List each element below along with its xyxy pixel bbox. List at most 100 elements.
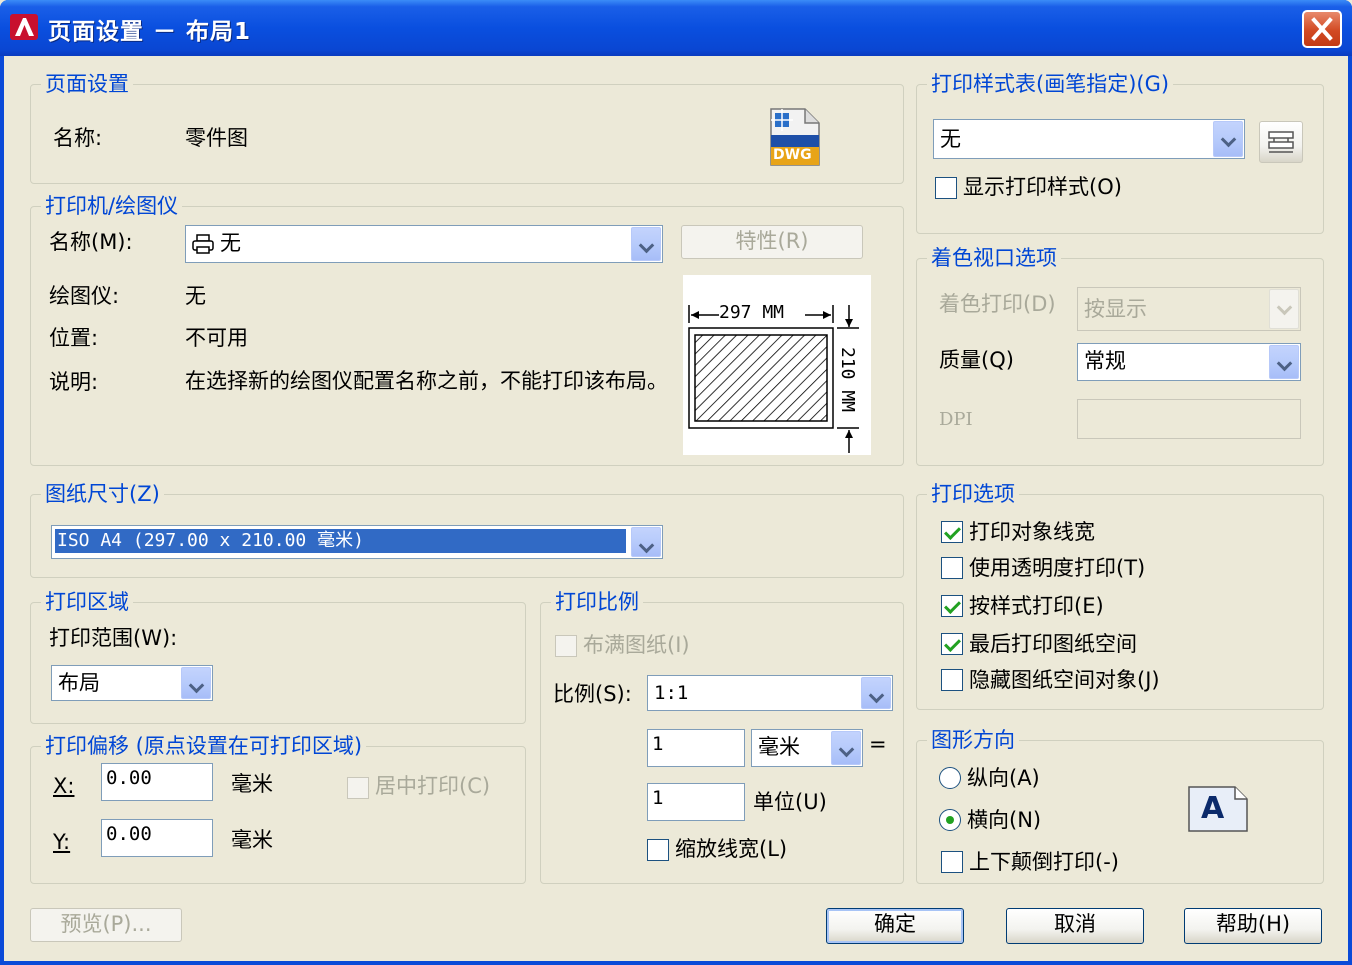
- plot-options-group-title: 打印选项: [927, 481, 1019, 507]
- quality-combo[interactable]: 常规: [1077, 343, 1301, 381]
- chevron-down-icon[interactable]: [1269, 289, 1299, 329]
- autocad-logo-icon: [10, 14, 38, 40]
- hide-paperspace-objects-label: 隐藏图纸空间对象(J): [969, 668, 1160, 692]
- plotter-label: 绘图仪:: [49, 284, 120, 308]
- location-label: 位置:: [49, 326, 99, 350]
- printer-group-title: 打印机/绘图仪: [41, 193, 183, 219]
- chevron-down-icon[interactable]: [631, 527, 661, 557]
- plot-paperspace-last-label: 最后打印图纸空间: [969, 632, 1137, 656]
- offset-x-label: X:: [53, 774, 75, 798]
- scale-unit-value: 毫米: [758, 735, 800, 759]
- dpi-label: DPI: [939, 409, 973, 430]
- scale-units-label: 单位(U): [753, 790, 827, 814]
- show-plot-styles-label: 显示打印样式(O): [963, 175, 1122, 199]
- printer-group: 打印机/绘图仪 名称(M): 无 特性(R) 绘图仪: 无 位置: 不可用 说明…: [30, 193, 904, 466]
- plot-lineweights-checkbox[interactable]: [941, 521, 963, 543]
- plot-range-value: 布局: [58, 671, 100, 695]
- orientation-preview-icon: A: [1187, 785, 1249, 833]
- help-button[interactable]: 帮助(H): [1184, 908, 1322, 944]
- chevron-down-icon[interactable]: [831, 731, 861, 765]
- plot-range-combo[interactable]: 布局: [51, 665, 213, 701]
- quality-value: 常规: [1084, 349, 1126, 373]
- plot-transparency-checkbox[interactable]: [941, 557, 963, 579]
- portrait-radio[interactable]: [939, 767, 961, 789]
- printer-name-label: 名称(M):: [49, 230, 133, 254]
- offset-y-unit: 毫米: [231, 828, 273, 852]
- center-plot-label: 居中打印(C): [375, 774, 491, 798]
- shaded-viewport-group-title: 着色视口选项: [927, 245, 1061, 271]
- scale-units-input[interactable]: 1: [647, 783, 745, 821]
- plot-transparency-label: 使用透明度打印(T): [969, 556, 1146, 580]
- scale-unit-combo[interactable]: 毫米: [751, 729, 863, 767]
- plot-area-group: 打印区域 打印范围(W): 布局: [30, 589, 526, 724]
- paper-size-combo[interactable]: ISO A4 (297.00 x 210.00 毫米): [51, 525, 663, 559]
- page-setup-group: 页面设置 名称: 零件图 DWG: [30, 71, 904, 184]
- portrait-label: 纵向(A): [967, 766, 1040, 790]
- page-setup-dialog: 页面设置 － 布局1 页面设置 名称: 零件图 DWG 打印机/绘图仪 名称(M…: [0, 0, 1352, 965]
- close-button[interactable]: [1302, 10, 1342, 48]
- printer-name-value: 无: [220, 231, 241, 255]
- shade-plot-label: 着色打印(D): [939, 292, 1056, 316]
- show-plot-styles-checkbox[interactable]: [935, 177, 957, 199]
- plot-scale-group: 打印比例 布满图纸(I) 比例(S): 1:1 1 毫米 = 1 单位(U) 缩…: [540, 589, 904, 884]
- plotter-value: 无: [185, 284, 206, 308]
- scale-lineweights-checkbox[interactable]: [647, 839, 669, 861]
- description-value: 在选择新的绘图仪配置名称之前，不能打印该布局。: [185, 369, 668, 393]
- hide-paperspace-objects-checkbox[interactable]: [941, 669, 963, 691]
- plot-options-group: 打印选项 打印对象线宽 使用透明度打印(T) 按样式打印(E) 最后打印图纸空间…: [916, 481, 1324, 710]
- edit-plot-style-button[interactable]: [1259, 121, 1303, 163]
- plot-style-group-title: 打印样式表(画笔指定)(G): [927, 71, 1174, 97]
- drawing-orientation-group: 图形方向 纵向(A) 横向(N) 上下颠倒打印(-) A: [916, 727, 1324, 884]
- shaded-viewport-group: 着色视口选项 着色打印(D) 按显示 质量(Q) 常规 DPI: [916, 245, 1324, 466]
- scale-value: 1:1: [654, 682, 689, 704]
- page-setup-name-label: 名称:: [53, 126, 103, 150]
- chevron-down-icon[interactable]: [1213, 121, 1243, 157]
- fit-to-paper-checkbox[interactable]: [555, 635, 577, 657]
- plot-lineweights-label: 打印对象线宽: [969, 520, 1095, 544]
- paper-size-group: 图纸尺寸(Z) ISO A4 (297.00 x 210.00 毫米): [30, 481, 904, 578]
- plot-area-group-title: 打印区域: [41, 589, 133, 615]
- plot-offset-group: 打印偏移 (原点设置在可打印区域) X: 0.00 毫米 居中打印(C) Y: …: [30, 733, 526, 884]
- offset-x-input[interactable]: 0.00: [101, 763, 213, 801]
- properties-button[interactable]: 特性(R): [681, 225, 863, 259]
- chevron-down-icon[interactable]: [1269, 345, 1299, 379]
- fit-to-paper-label: 布满图纸(I): [583, 633, 690, 657]
- cancel-button[interactable]: 取消: [1006, 908, 1144, 944]
- offset-y-input[interactable]: 0.00: [101, 819, 213, 857]
- title-bar[interactable]: 页面设置 － 布局1: [0, 0, 1352, 56]
- paper-preview: 297 MM 210 MM: [683, 275, 871, 455]
- plot-style-combo[interactable]: 无: [933, 119, 1245, 159]
- printer-icon: [192, 234, 214, 254]
- plot-scale-group-title: 打印比例: [551, 589, 643, 615]
- dwg-file-icon: DWG: [767, 107, 821, 167]
- shade-plot-combo[interactable]: 按显示: [1077, 287, 1301, 331]
- ok-button[interactable]: 确定: [826, 908, 964, 944]
- landscape-label: 横向(N): [967, 808, 1042, 832]
- dialog-client: 页面设置 名称: 零件图 DWG 打印机/绘图仪 名称(M): 无 特性(R) …: [4, 56, 1348, 961]
- preview-button[interactable]: 预览(P)...: [30, 908, 182, 942]
- upside-down-checkbox[interactable]: [941, 851, 963, 873]
- landscape-radio[interactable]: [939, 809, 961, 831]
- plot-style-value: 无: [940, 127, 961, 151]
- scale-label: 比例(S):: [553, 682, 632, 706]
- chevron-down-icon[interactable]: [861, 677, 891, 709]
- scale-combo[interactable]: 1:1: [647, 675, 893, 711]
- shade-plot-value: 按显示: [1084, 297, 1147, 321]
- plot-paperspace-last-checkbox[interactable]: [941, 633, 963, 655]
- paper-width-label: 297 MM: [719, 302, 785, 323]
- dpi-input[interactable]: [1077, 399, 1301, 439]
- printer-name-combo[interactable]: 无: [185, 225, 663, 263]
- offset-x-unit: 毫米: [231, 772, 273, 796]
- plot-with-styles-checkbox[interactable]: [941, 595, 963, 617]
- chevron-down-icon[interactable]: [181, 667, 211, 699]
- description-label: 说明:: [49, 370, 99, 394]
- offset-y-label: Y:: [53, 830, 71, 854]
- close-icon: [1311, 17, 1333, 41]
- page-setup-name-value: 零件图: [185, 126, 248, 150]
- center-plot-checkbox[interactable]: [347, 777, 369, 799]
- scale-mm-input[interactable]: 1: [647, 729, 745, 767]
- quality-label: 质量(Q): [939, 348, 1014, 372]
- upside-down-label: 上下颠倒打印(-): [969, 850, 1119, 874]
- chevron-down-icon[interactable]: [631, 227, 661, 261]
- equals-sign: =: [869, 732, 887, 756]
